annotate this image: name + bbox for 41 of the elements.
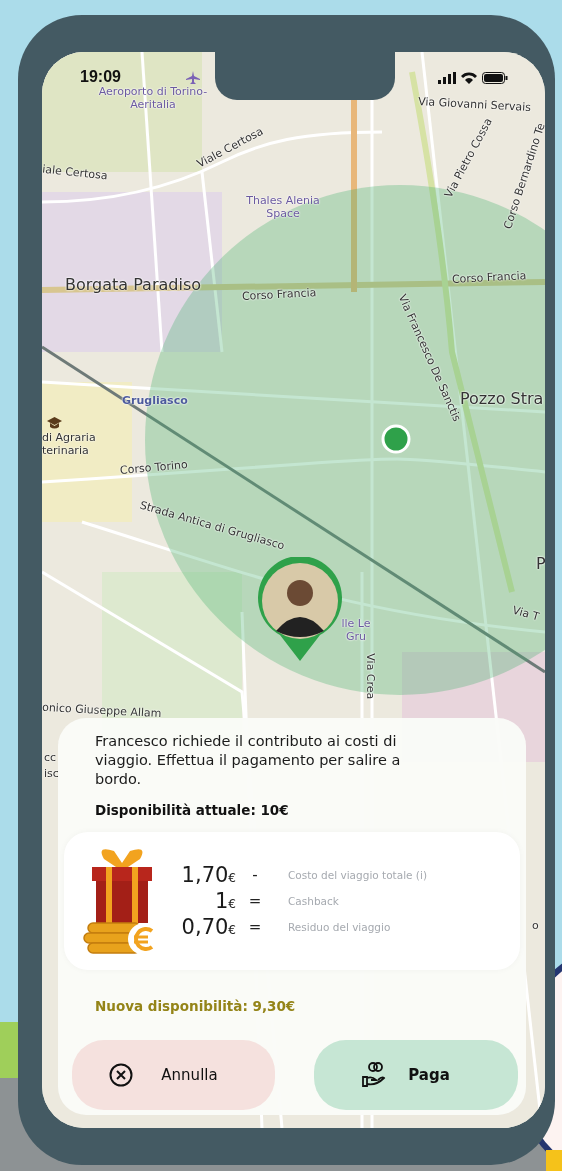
close-icon [109, 1063, 134, 1087]
amount-text: 1€ [214, 889, 236, 913]
breakdown-label: Costo del viaggio totale (i) [288, 869, 427, 881]
amount-text: 1,70€ [180, 863, 236, 887]
wifi-icon [461, 72, 477, 84]
map-label: lle Le Gru [340, 618, 372, 644]
pay-button[interactable]: Paga [314, 1040, 518, 1110]
map-label: onico Giuseppe Allam [42, 701, 162, 721]
breakdown-label: Residuo del viaggio [288, 921, 392, 933]
battery-icon [482, 72, 508, 84]
map-label: P [536, 555, 545, 574]
map-label: Pozzo Stra [460, 390, 544, 409]
graduation-cap-icon [47, 417, 62, 430]
map-label: Borgata Paradiso [65, 276, 202, 295]
cancel-button[interactable]: Annulla [72, 1040, 275, 1110]
amount-text: 0,70€ [180, 915, 236, 939]
map-label: Corso Torino [119, 459, 189, 478]
map-label: di Agraria terinaria [42, 432, 97, 458]
operator-sign: = [247, 918, 263, 936]
map-label: Thales Alenia Space [245, 195, 321, 221]
status-time: 19:09 [80, 68, 121, 86]
map-label: Aeroporto di Torino-Aeritalia [98, 86, 208, 112]
operator-sign: - [251, 866, 259, 884]
breakdown-label: Cashback [288, 895, 340, 907]
location-dot-icon [381, 424, 411, 454]
map-label: cc [44, 752, 57, 765]
map-label: Corso Francia [241, 287, 317, 304]
hand-coins-icon [362, 1062, 387, 1088]
map-label: Via Giovanni Servais [417, 96, 532, 115]
new-balance: Nuova disponibilità: 9,30€ [95, 998, 297, 1014]
signal-icon [438, 72, 456, 84]
map-label: Via T [510, 604, 541, 625]
payment-message: Francesco richiede il contributo ai costi di viaggio. Effettua il pagamento per salire a bordo. [95, 732, 402, 789]
operator-sign: = [247, 892, 263, 910]
map-label: isc [44, 768, 59, 781]
current-balance: Disponibilità attuale: 10€ [95, 802, 290, 818]
map-label: Corso Francia [451, 270, 527, 287]
map-label: o [532, 920, 539, 933]
map-label: Via Crea [363, 653, 377, 700]
plane-icon [186, 71, 200, 85]
map-label: iale Certosa [42, 163, 109, 184]
